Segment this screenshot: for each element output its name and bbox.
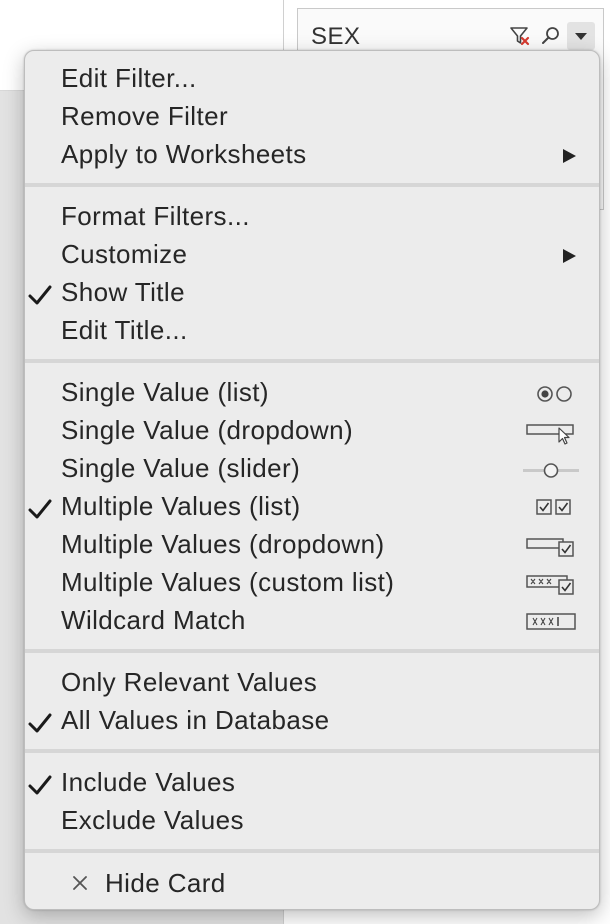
- menu-item-include-values[interactable]: Include Values: [25, 765, 599, 803]
- menu-item-label: Single Value (dropdown): [61, 415, 354, 445]
- menu-item-label: Edit Title...: [61, 315, 188, 345]
- menu-item-remove-filter[interactable]: Remove Filter: [25, 99, 599, 137]
- close-icon: [69, 872, 91, 894]
- checkmark-icon: [27, 497, 53, 521]
- menu-item-exclude-values[interactable]: Exclude Values: [25, 803, 599, 841]
- dropdown-single-icon: [523, 419, 579, 445]
- menu-item-label: Multiple Values (list): [61, 491, 301, 521]
- menu-separator: [25, 849, 599, 853]
- checkbox-list-icon: [523, 495, 579, 521]
- menu-separator: [25, 649, 599, 653]
- menu-item-apply-to-worksheets[interactable]: Apply to Worksheets: [25, 137, 599, 175]
- menu-item-format-filters[interactable]: Format Filters...: [25, 199, 599, 237]
- submenu-arrow-icon: [561, 248, 577, 264]
- menu-item-label: Only Relevant Values: [61, 667, 318, 697]
- menu-item-label: Hide Card: [105, 868, 226, 898]
- card-menu-button[interactable]: [567, 22, 595, 50]
- menu-separator: [25, 749, 599, 753]
- menu-separator: [25, 359, 599, 363]
- menu-item-customize[interactable]: Customize: [25, 237, 599, 275]
- menu-item-multiple-values-custom-list[interactable]: Multiple Values (custom list): [25, 565, 599, 603]
- menu-item-multiple-values-list[interactable]: Multiple Values (list): [25, 489, 599, 527]
- menu-item-label: Remove Filter: [61, 101, 229, 131]
- menu-item-only-relevant-values[interactable]: Only Relevant Values: [25, 665, 599, 703]
- checkmark-icon: [27, 711, 53, 735]
- menu-item-label: Include Values: [61, 767, 236, 797]
- menu-item-label: Multiple Values (custom list): [61, 567, 395, 597]
- menu-item-all-values-in-database[interactable]: All Values in Database: [25, 703, 599, 741]
- menu-item-label: Show Title: [61, 277, 185, 307]
- menu-item-hide-card[interactable]: Hide Card: [25, 866, 599, 904]
- menu-item-label: Customize: [61, 239, 188, 269]
- menu-item-label: Apply to Worksheets: [61, 139, 307, 169]
- menu-item-label: All Values in Database: [61, 705, 330, 735]
- menu-item-show-title[interactable]: Show Title: [25, 275, 599, 313]
- slider-icon: [523, 457, 579, 483]
- menu-item-label: Wildcard Match: [61, 605, 246, 635]
- checkmark-icon: [27, 283, 53, 307]
- search-icon[interactable]: [540, 25, 562, 47]
- dropdown-arrow-icon: [575, 33, 587, 40]
- menu-item-edit-filter[interactable]: Edit Filter...: [25, 61, 599, 99]
- menu-item-wildcard-match[interactable]: Wildcard Match: [25, 603, 599, 641]
- menu-item-label: Edit Filter...: [61, 63, 197, 93]
- menu-item-single-value-slider[interactable]: Single Value (slider): [25, 451, 599, 489]
- menu-item-label: Format Filters...: [61, 201, 250, 231]
- radio-list-icon: [523, 381, 579, 407]
- menu-item-edit-title[interactable]: Edit Title...: [25, 313, 599, 351]
- menu-item-label: Exclude Values: [61, 805, 244, 835]
- menu-item-label: Single Value (list): [61, 377, 269, 407]
- checkmark-icon: [27, 773, 53, 797]
- menu-item-label: Single Value (slider): [61, 453, 301, 483]
- wildcard-icon: [523, 609, 579, 635]
- menu-item-single-value-list[interactable]: Single Value (list): [25, 375, 599, 413]
- custom-list-icon: [523, 571, 579, 597]
- menu-separator: [25, 183, 599, 187]
- clear-filter-icon[interactable]: [509, 25, 531, 47]
- dropdown-multi-icon: [523, 533, 579, 559]
- menu-item-label: Multiple Values (dropdown): [61, 529, 385, 559]
- menu-item-single-value-dropdown[interactable]: Single Value (dropdown): [25, 413, 599, 451]
- filter-card-title: SEX: [311, 23, 361, 50]
- filter-context-menu: Edit Filter... Remove Filter Apply to Wo…: [24, 50, 600, 910]
- menu-item-multiple-values-dropdown[interactable]: Multiple Values (dropdown): [25, 527, 599, 565]
- submenu-arrow-icon: [561, 148, 577, 164]
